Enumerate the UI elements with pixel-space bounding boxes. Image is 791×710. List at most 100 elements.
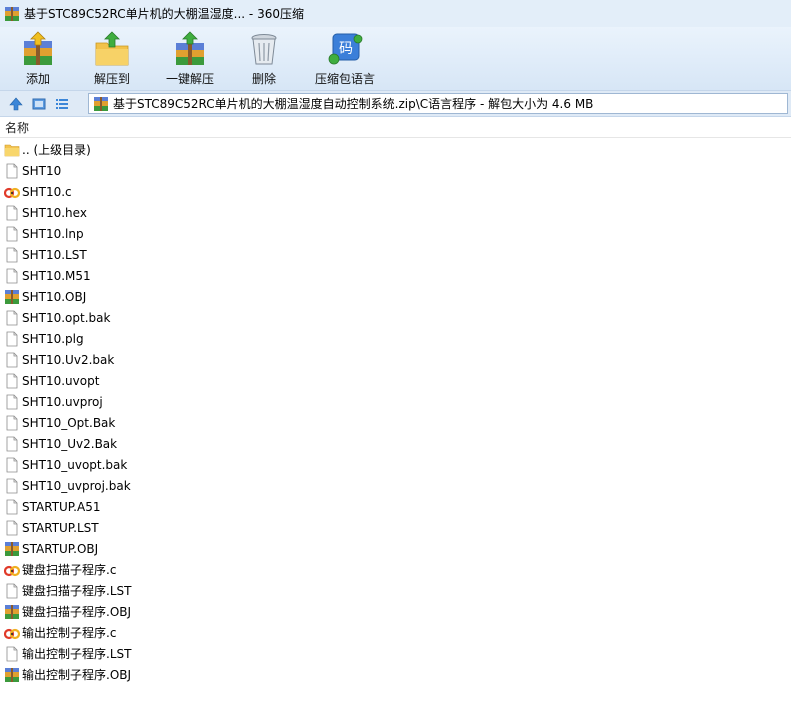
- trash-icon: [251, 34, 277, 65]
- file-name: SHT10_Uv2.Bak: [22, 436, 118, 451]
- parent-directory-row[interactable]: .. (上级目录): [0, 139, 791, 160]
- file-row[interactable]: SHT10_uvopt.bak: [0, 454, 791, 475]
- column-header: 名称: [0, 118, 791, 138]
- file-row[interactable]: 键盘扫描子程序.OBJ: [0, 601, 791, 622]
- toolbar: 添加 解压到 一键解压 删除 码 压缩包语言: [0, 27, 791, 90]
- c-source-file-icon: [4, 628, 20, 639]
- file-row[interactable]: SHT10.uvopt: [0, 370, 791, 391]
- file-row[interactable]: SHT10_Uv2.Bak: [0, 433, 791, 454]
- file-name: 键盘扫描子程序.c: [22, 563, 117, 577]
- file-icon: [6, 520, 18, 535]
- add-label: 添加: [25, 72, 50, 86]
- file-row[interactable]: SHT10_Opt.Bak: [0, 412, 791, 433]
- delete-button[interactable]: 删除: [228, 27, 300, 90]
- current-path: 基于STC89C52RC单片机的大棚温湿度自动控制系统.zip\C语言程序 - …: [113, 97, 594, 111]
- zip-archive-icon: [94, 96, 108, 111]
- archive-language-button[interactable]: 码 压缩包语言: [302, 27, 388, 90]
- file-row[interactable]: STARTUP.LST: [0, 517, 791, 538]
- file-name: .. (上级目录): [22, 143, 91, 157]
- file-icon: [6, 436, 18, 451]
- file-icon: [6, 331, 18, 346]
- file-name: STARTUP.A51: [22, 499, 101, 514]
- extract-folder-icon: [95, 31, 129, 66]
- file-name: 键盘扫描子程序.OBJ: [22, 605, 132, 619]
- file-icon: [6, 583, 18, 598]
- file-name: SHT10.Uv2.bak: [22, 352, 115, 367]
- file-row[interactable]: SHT10: [0, 160, 791, 181]
- name-column-header[interactable]: 名称: [5, 119, 29, 136]
- extract-to-label: 解压到: [93, 72, 130, 86]
- file-row[interactable]: SHT10.M51: [0, 265, 791, 286]
- file-name: SHT10: [22, 163, 62, 178]
- file-icon: [6, 478, 18, 493]
- file-name: 输出控制子程序.LST: [22, 647, 132, 661]
- file-row[interactable]: 输出控制子程序.c: [0, 622, 791, 643]
- encoding-icon: 码: [328, 33, 363, 65]
- file-icon: [6, 394, 18, 409]
- file-icon: [6, 268, 18, 283]
- file-icon: [6, 646, 18, 661]
- folder-icon: [4, 144, 20, 156]
- archive-language-label: 压缩包语言: [314, 72, 375, 86]
- file-row[interactable]: SHT10.c: [0, 181, 791, 202]
- one-click-extract-button[interactable]: 一键解压: [154, 27, 226, 90]
- file-row[interactable]: SHT10.OBJ: [0, 286, 791, 307]
- path-field[interactable]: 基于STC89C52RC单片机的大棚温湿度自动控制系统.zip\C语言程序 - …: [88, 93, 788, 114]
- file-icon: [6, 310, 18, 325]
- file-name: SHT10.OBJ: [22, 289, 87, 304]
- file-icon: [6, 247, 18, 262]
- file-row[interactable]: SHT10.Uv2.bak: [0, 349, 791, 370]
- file-icon: [6, 499, 18, 514]
- file-row[interactable]: 键盘扫描子程序.c: [0, 559, 791, 580]
- delete-label: 删除: [251, 72, 276, 86]
- file-name: SHT10_uvopt.bak: [22, 457, 128, 472]
- add-archive-icon: [24, 31, 52, 65]
- file-name: SHT10.M51: [22, 268, 91, 283]
- file-name: SHT10.uvopt: [22, 373, 100, 388]
- file-icon: [6, 415, 18, 430]
- window-title: 基于STC89C52RC单片机的大棚温湿度... - 360压缩: [24, 7, 304, 21]
- file-row[interactable]: 键盘扫描子程序.LST: [0, 580, 791, 601]
- c-source-file-icon: [4, 565, 20, 576]
- list-view-icon: [56, 98, 68, 109]
- file-row[interactable]: SHT10.lnp: [0, 223, 791, 244]
- file-row[interactable]: SHT10_uvproj.bak: [0, 475, 791, 496]
- extract-to-button[interactable]: 解压到: [72, 27, 152, 90]
- file-row[interactable]: SHT10.opt.bak: [0, 307, 791, 328]
- file-row[interactable]: 输出控制子程序.LST: [0, 643, 791, 664]
- file-name: SHT10_Opt.Bak: [22, 415, 116, 430]
- file-row[interactable]: 输出控制子程序.OBJ: [0, 664, 791, 685]
- file-name: SHT10.uvproj: [22, 394, 103, 409]
- thumbnail-view-button[interactable]: [29, 94, 49, 114]
- file-name: 输出控制子程序.OBJ: [22, 668, 132, 682]
- file-name: SHT10_uvproj.bak: [22, 478, 131, 493]
- file-row[interactable]: SHT10.uvproj: [0, 391, 791, 412]
- file-row[interactable]: SHT10.plg: [0, 328, 791, 349]
- up-level-button[interactable]: [6, 94, 26, 114]
- file-name: SHT10.lnp: [22, 226, 84, 241]
- archive-file-icon: [5, 541, 19, 556]
- file-name: SHT10.opt.bak: [22, 310, 111, 325]
- file-row[interactable]: SHT10.hex: [0, 202, 791, 223]
- file-icon: [6, 163, 18, 178]
- add-button[interactable]: 添加: [6, 27, 70, 90]
- archive-file-icon: [5, 667, 19, 682]
- archive-file-icon: [5, 604, 19, 619]
- arrow-up-icon: [9, 97, 23, 110]
- one-click-extract-icon: [176, 31, 204, 65]
- file-name: SHT10.plg: [22, 331, 84, 346]
- c-source-file-icon: [4, 187, 20, 198]
- file-row[interactable]: STARTUP.A51: [0, 496, 791, 517]
- file-name: SHT10.hex: [22, 205, 87, 220]
- file-icon: [6, 205, 18, 220]
- file-icon: [6, 226, 18, 241]
- encoding-icon-glyph: 码: [339, 41, 353, 57]
- file-row[interactable]: SHT10.LST: [0, 244, 791, 265]
- file-name: STARTUP.OBJ: [22, 541, 99, 556]
- address-bar: 基于STC89C52RC单片机的大棚温湿度自动控制系统.zip\C语言程序 - …: [0, 90, 791, 117]
- file-name: STARTUP.LST: [22, 520, 99, 535]
- file-row[interactable]: STARTUP.OBJ: [0, 538, 791, 559]
- file-icon: [6, 373, 18, 388]
- file-list: .. (上级目录) SHT10 SHT10.c SHT10.hex SHT10.lnp S…: [0, 139, 791, 685]
- list-view-button[interactable]: [52, 94, 72, 114]
